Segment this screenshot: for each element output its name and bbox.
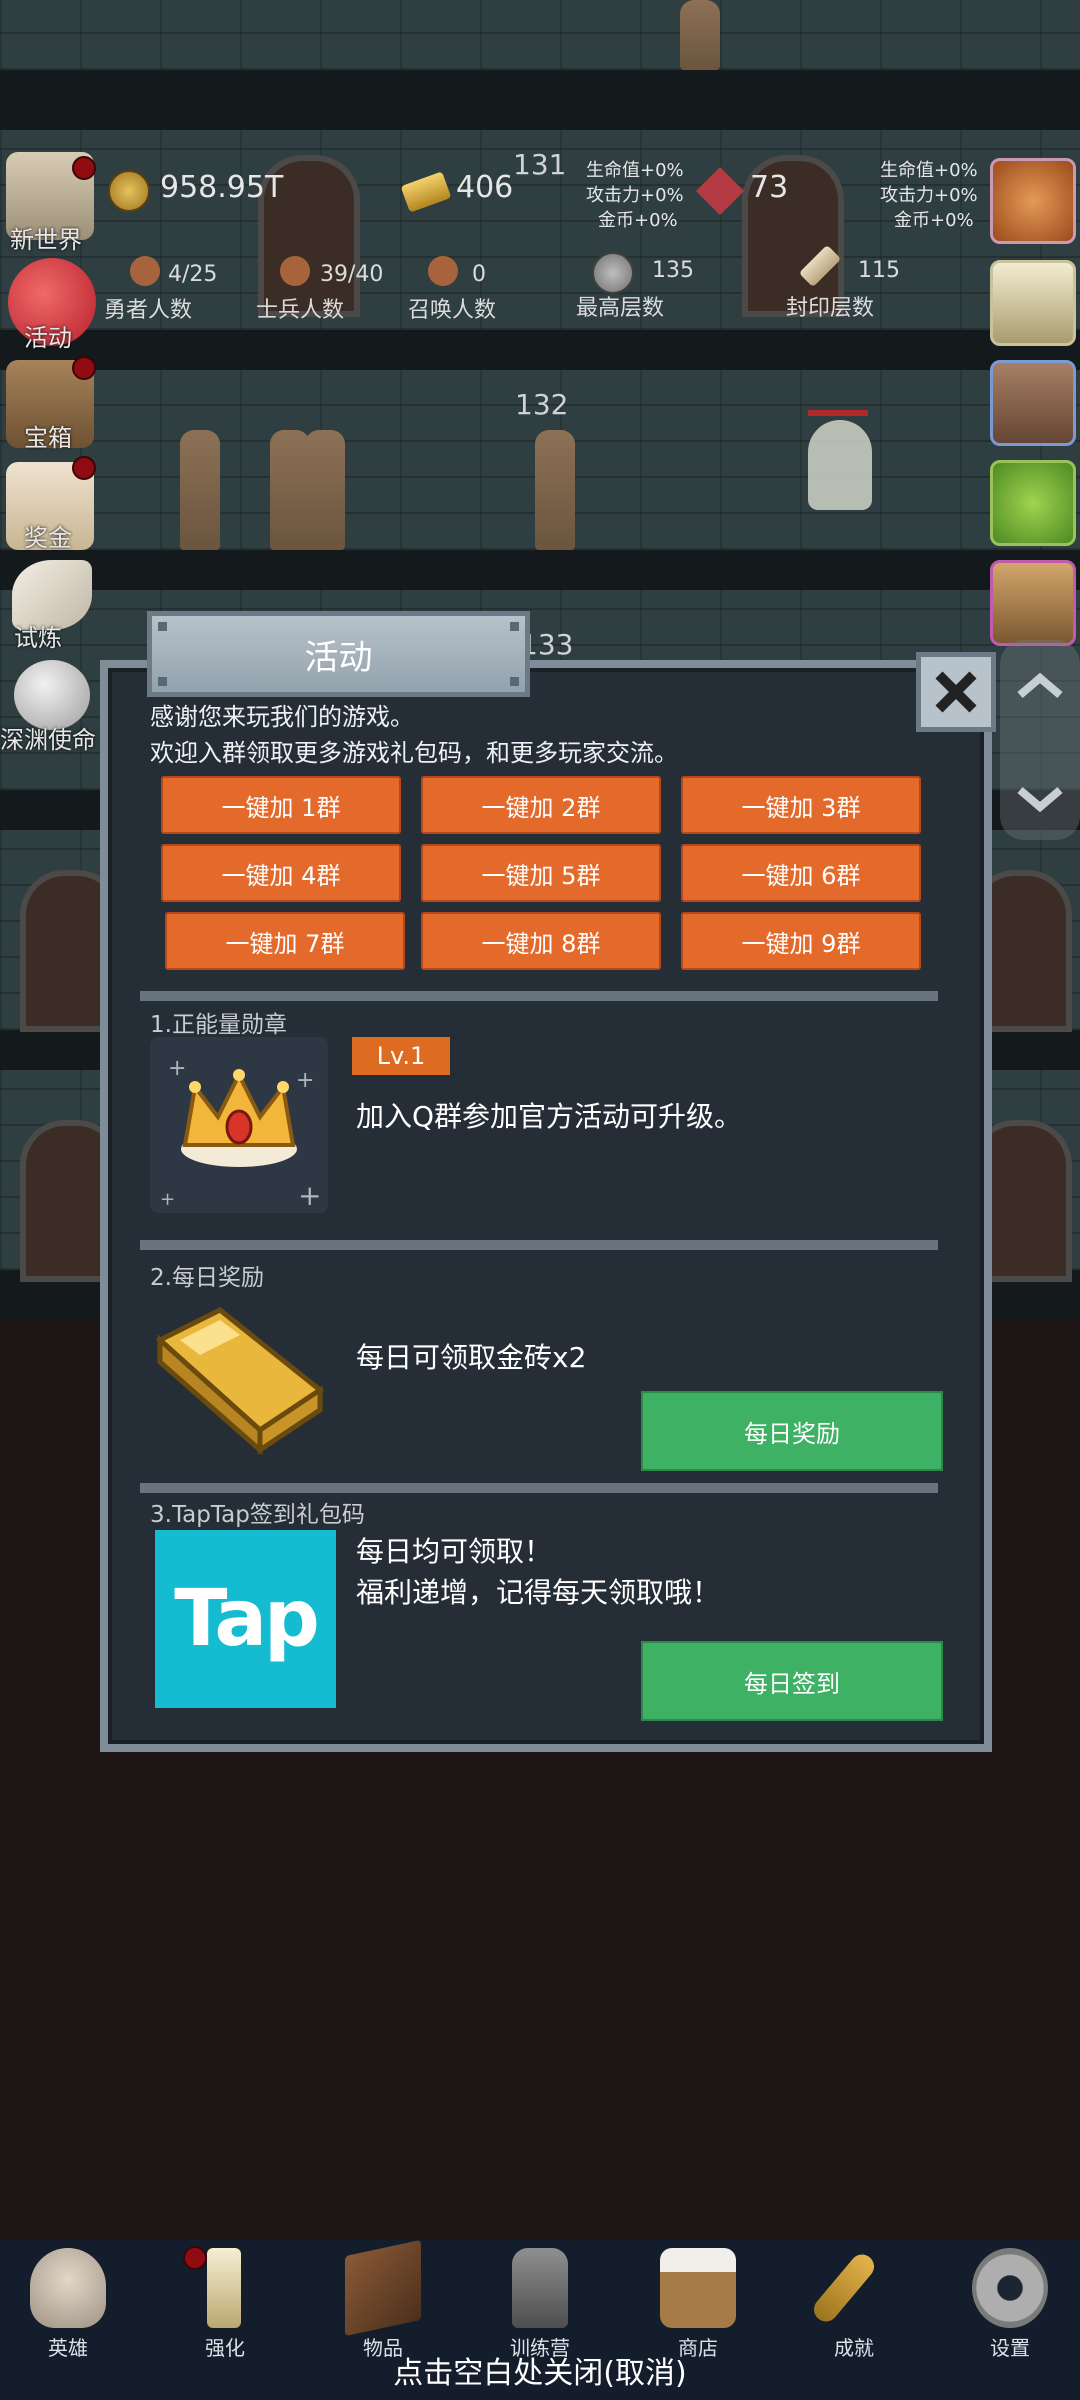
taptap-logo: Tap — [155, 1530, 336, 1708]
sealed-floor-value: 115 — [858, 258, 900, 283]
section-divider — [140, 1483, 938, 1493]
beer-mug-icon — [660, 2248, 736, 2328]
svg-text:+: + — [168, 1056, 186, 1081]
section-3-title: 3.TapTap签到礼包码 — [150, 1502, 365, 1528]
join-group-9-button[interactable]: 一键加 9群 — [681, 912, 921, 970]
section-1-title: 1.正能量勋章 — [150, 1012, 287, 1038]
hero-character — [305, 430, 345, 550]
floor-number: 131 — [513, 148, 567, 181]
section-3-desc-1: 每日均可领取！ — [356, 1535, 553, 1568]
intro-line-2: 欢迎入群领取更多游戏礼包码，和更多玩家交流。 — [150, 739, 678, 767]
join-group-3-button[interactable]: 一键加 3群 — [681, 776, 921, 834]
gem-amount: 73 — [750, 170, 789, 205]
close-icon — [935, 671, 977, 713]
hero-character — [180, 430, 220, 550]
section-1-desc: 加入Q群参加官方活动可升级。 — [356, 1100, 743, 1133]
join-group-1-button[interactable]: 一键加 1群 — [161, 776, 401, 834]
bonus-gold-right: 金币+0% — [894, 210, 974, 231]
notification-dot — [72, 156, 96, 180]
apple-icon[interactable] — [990, 158, 1076, 244]
hero-character — [535, 430, 575, 550]
warrior-icon[interactable] — [990, 560, 1076, 646]
candle-icon — [207, 2248, 241, 2328]
close-button[interactable] — [916, 652, 996, 732]
taptap-logo-text: Tap — [174, 1574, 320, 1664]
sealed-floor-label: 封印层数 — [786, 296, 875, 321]
modal-title-tab: 活动 — [147, 611, 530, 697]
chevron-up-down-icon — [1017, 672, 1063, 813]
close-hint[interactable]: 点击空白处关闭(取消) — [0, 2348, 1080, 2392]
side-item-label: 宝箱 — [24, 424, 72, 452]
scroll-arrows[interactable] — [1000, 640, 1080, 840]
skull-icon — [30, 2248, 106, 2328]
slime-icon[interactable] — [990, 460, 1076, 546]
max-floor-label: 最高层数 — [576, 296, 665, 321]
side-item-label: 奖金 — [24, 524, 72, 552]
lantern-icon — [512, 2248, 568, 2328]
summons-count: 0 — [472, 262, 486, 287]
bonus-atk-left: 攻击力+0% — [586, 185, 684, 206]
candle-icon[interactable] — [990, 260, 1076, 346]
book-icon — [345, 2239, 421, 2337]
side-item-label: 试炼 — [14, 624, 62, 652]
section-divider — [140, 991, 938, 1001]
side-item-label: 深渊使命 — [0, 726, 96, 754]
max-floor-value: 135 — [652, 258, 694, 283]
hero-head-icon — [130, 256, 160, 286]
floor-number: 132 — [515, 388, 569, 421]
gold-coin-icon — [108, 170, 150, 212]
svg-text:+: + — [298, 1179, 321, 1212]
intro-line-1: 感谢您来玩我们的游戏。 — [150, 703, 414, 731]
notification-dot — [72, 456, 96, 480]
join-group-5-button[interactable]: 一键加 5群 — [421, 844, 661, 902]
join-group-8-button[interactable]: 一键加 8群 — [421, 912, 661, 970]
summon-head-icon — [428, 256, 458, 286]
soldier-head-icon — [280, 256, 310, 286]
svg-text:+: + — [160, 1189, 175, 1210]
join-group-7-button[interactable]: 一键加 7群 — [165, 912, 405, 970]
gold-bar-amount: 406 — [456, 170, 514, 205]
notification-dot — [183, 2246, 207, 2270]
stone-icon — [592, 252, 634, 294]
join-group-6-button[interactable]: 一键加 6群 — [681, 844, 921, 902]
summons-label: 召唤人数 — [408, 298, 497, 323]
join-group-4-button[interactable]: 一键加 4群 — [161, 844, 401, 902]
key-icon — [809, 2249, 879, 2327]
heroes-label: 勇者人数 — [104, 298, 193, 323]
join-group-2-button[interactable]: 一键加 2群 — [421, 776, 661, 834]
notification-dot — [72, 356, 96, 380]
side-item-label: 活动 — [24, 324, 72, 352]
soldiers-count: 39/40 — [320, 262, 384, 287]
bonus-atk-right: 攻击力+0% — [880, 185, 978, 206]
bonus-gold-left: 金币+0% — [598, 210, 678, 231]
daily-checkin-button[interactable]: 每日签到 — [641, 1641, 943, 1721]
side-item-label: 新世界 — [10, 226, 82, 254]
backpack-icon[interactable] — [990, 360, 1076, 446]
section-divider — [140, 1240, 938, 1250]
section-2-desc: 每日可领取金砖x2 — [356, 1341, 587, 1374]
bonus-hp-right: 生命值+0% — [880, 160, 978, 181]
soldiers-label: 士兵人数 — [256, 298, 345, 323]
heroes-count: 4/25 — [168, 262, 218, 287]
gear-icon — [972, 2248, 1048, 2328]
crown-medal-icon: + + + + — [160, 1056, 321, 1212]
ghost-enemy — [808, 420, 872, 510]
bonus-hp-left: 生命值+0% — [586, 160, 684, 181]
gold-bar-icon — [155, 1307, 325, 1456]
daily-reward-button[interactable]: 每日奖励 — [641, 1391, 943, 1471]
section-3-desc-2: 福利递增，记得每天领取哦！ — [356, 1576, 721, 1609]
section-2-title: 2.每日奖励 — [150, 1265, 264, 1291]
level-badge: Lv.1 — [352, 1037, 450, 1075]
modal-title: 活动 — [304, 637, 373, 678]
medal-frame: + + + + — [150, 1037, 328, 1213]
svg-text:+: + — [296, 1068, 314, 1093]
gold-amount: 958.95T — [160, 170, 284, 205]
hero-character — [270, 430, 310, 550]
